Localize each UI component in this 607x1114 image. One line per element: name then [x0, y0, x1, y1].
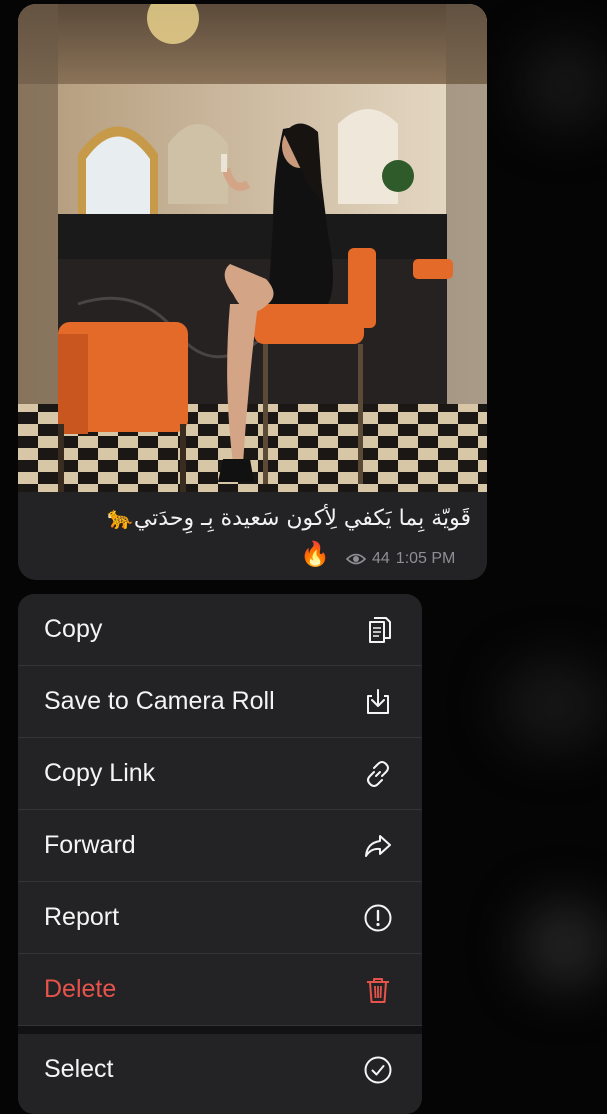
background-blur — [520, 40, 607, 130]
photo-illustration — [18, 4, 487, 492]
context-menu: Copy Save to Camera Roll Copy Link Forwa… — [18, 594, 422, 1114]
download-icon — [367, 689, 389, 714]
eye-icon — [346, 553, 366, 565]
message-photo[interactable] — [18, 4, 487, 492]
message-bubble[interactable]: قَويّة بِما يَكفي لِأكون سَعيدة بِـ وِحد… — [18, 4, 487, 580]
link-icon — [367, 761, 389, 787]
save-to-camera-roll-menu-item[interactable]: Save to Camera Roll — [18, 666, 422, 738]
message-caption: قَويّة بِما يَكفي لِأكون سَعيدة بِـ وِحد… — [106, 506, 471, 531]
reaction-emoji[interactable]: 🔥 — [300, 540, 330, 568]
forward-arrow-icon — [365, 835, 391, 857]
background-blur — [500, 660, 607, 750]
message-status: 44 1:05 PM — [346, 550, 455, 568]
menu-separator — [18, 1026, 422, 1034]
copy-menu-item[interactable]: Copy — [18, 594, 422, 666]
forward-menu-item[interactable]: Forward — [18, 810, 422, 882]
delete-menu-item[interactable]: Delete — [18, 954, 422, 1026]
copy-label: Copy — [44, 615, 103, 643]
copy-icon — [369, 617, 391, 643]
save-label: Save to Camera Roll — [44, 687, 275, 715]
report-label: Report — [44, 903, 120, 931]
delete-label: Delete — [44, 975, 117, 1003]
trash-icon — [367, 978, 389, 1003]
background-blur — [520, 900, 607, 990]
exclamation-circle-icon — [364, 904, 392, 932]
select-menu-item[interactable]: Select — [18, 1034, 422, 1105]
view-count: 44 — [372, 550, 390, 567]
message-time: 1:05 PM — [395, 550, 456, 567]
forward-label: Forward — [44, 831, 136, 859]
report-menu-item[interactable]: Report — [18, 882, 422, 954]
copy-link-menu-item[interactable]: Copy Link — [18, 738, 422, 810]
copy-link-label: Copy Link — [44, 759, 156, 787]
checkmark-circle-icon — [364, 1056, 392, 1084]
message-meta: 🔥 44 1:05 PM — [18, 540, 487, 574]
